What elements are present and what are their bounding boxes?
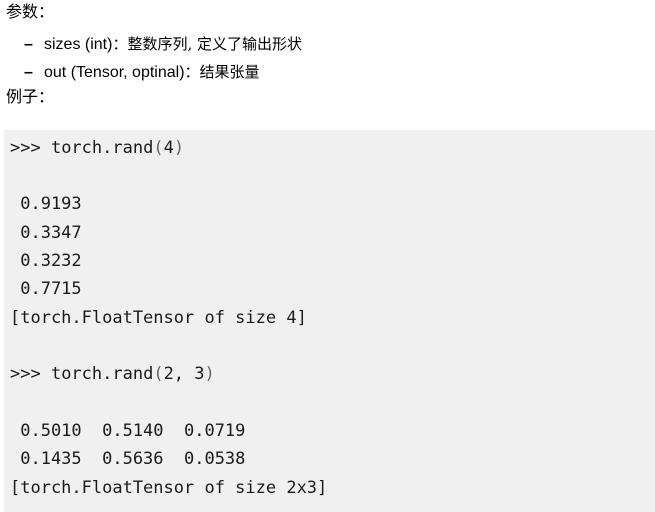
output-type: [torch.FloatTensor of size 2x3] [10,478,328,498]
call-args: 2, 3 [163,364,205,384]
output-value: 0.7715 [10,279,82,299]
code-command-2: >>> torch.rand(2, 3) [10,364,215,384]
param-description: 结果张量 [199,63,260,81]
param-item-out: – out (Tensor, optinal)：结果张量 [24,58,302,86]
param-description: 整数序列, 定义了输出形状 [127,35,303,53]
function-call: torch.rand [50,364,154,384]
open-paren: ( [153,138,164,158]
close-paren: ) [204,364,215,384]
output-value: 0.3347 [10,223,82,243]
code-block: >>> torch.rand(4) 0.9193 0.3347 0.3232 0… [4,130,655,512]
close-paren: ) [173,138,185,158]
param-separator: ： [112,35,128,53]
output-value: 0.3232 [10,251,82,271]
bullet-dash: – [24,64,33,81]
output-row: 0.5010 0.5140 0.0719 [10,421,246,441]
param-item-sizes: – sizes (int)：整数序列, 定义了输出形状 [24,30,302,58]
call-args: 4 [163,138,174,158]
output-value: 0.9193 [10,194,82,214]
function-call: torch.rand [50,138,154,158]
output-type: [torch.FloatTensor of size 4] [10,308,307,328]
example-heading: 例子： [6,87,55,106]
output-row: 0.1435 0.5636 0.0538 [10,449,246,469]
bullet-dash: – [24,36,33,53]
document: 参数： – sizes (int)：整数序列, 定义了输出形状 – out (Ten… [0,0,655,512]
param-name: out (Tensor, optinal) [44,64,185,81]
code-command-1: >>> torch.rand(4) [10,138,184,158]
prompt: >>> [10,364,51,384]
params-heading: 参数： [6,2,55,21]
param-separator: ： [184,63,200,81]
params-list: – sizes (int)：整数序列, 定义了输出形状 – out (Tensor,… [24,30,302,86]
param-name: sizes (int) [44,36,113,53]
open-paren: ( [153,364,164,384]
prompt: >>> [10,138,51,158]
